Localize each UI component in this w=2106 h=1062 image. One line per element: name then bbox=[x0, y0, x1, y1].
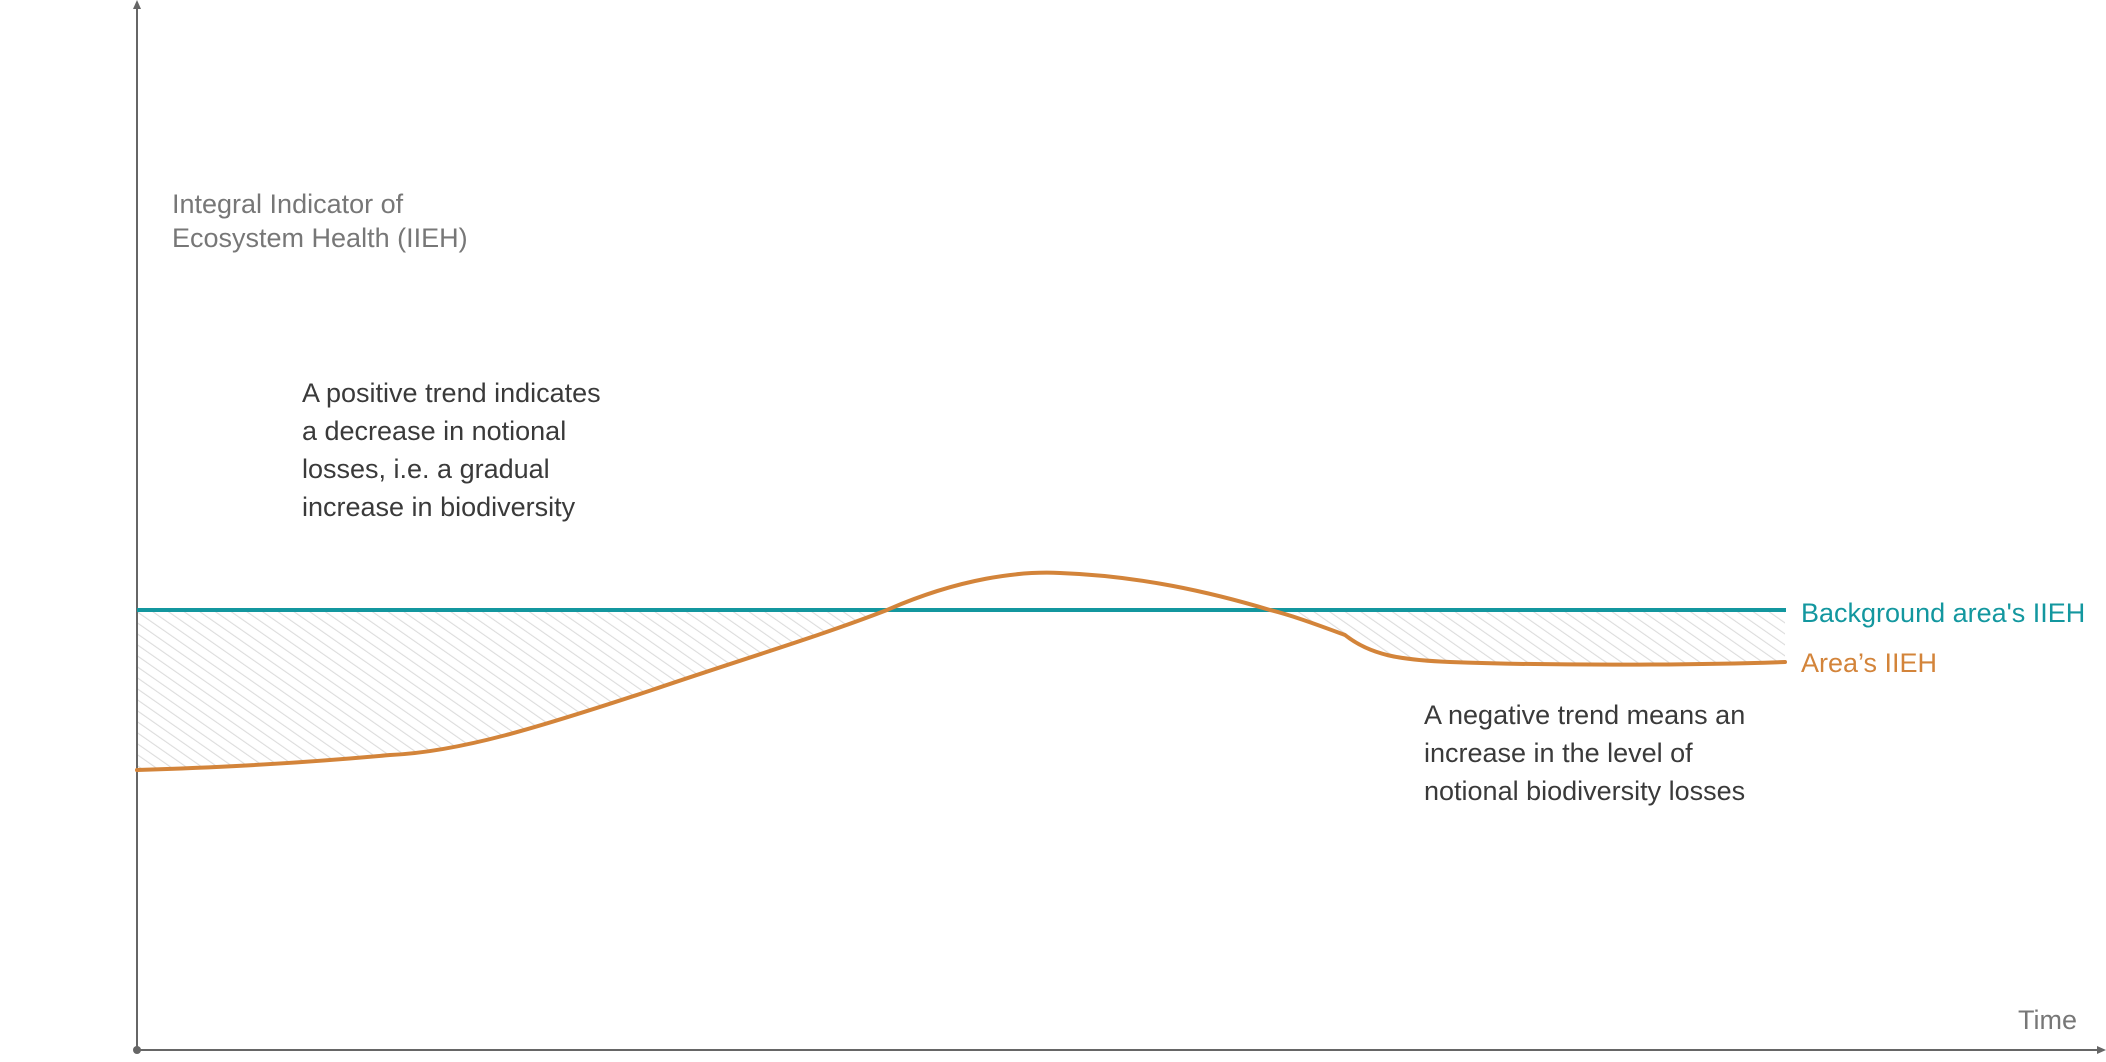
negative-trend-note-line-2: increase in the level of bbox=[1424, 738, 1693, 768]
positive-trend-note: A positive trend indicates a decrease in… bbox=[302, 378, 608, 522]
positive-trend-note-line-1: A positive trend indicates bbox=[302, 378, 601, 408]
x-axis-arrow-icon bbox=[2097, 1046, 2106, 1054]
positive-trend-note-line-2: a decrease in notional bbox=[302, 416, 566, 446]
y-axis-arrow-icon bbox=[133, 0, 141, 9]
y-axis-label: Integral Indicator of Ecosystem Health (… bbox=[172, 189, 468, 253]
diagram: Integral Indicator of Ecosystem Health (… bbox=[0, 0, 2106, 1057]
y-axis-label-line-1: Integral Indicator of bbox=[172, 189, 404, 219]
positive-trend-note-line-4: increase in biodiversity bbox=[302, 492, 576, 522]
background-series-label: Background area's IIEH bbox=[1801, 598, 2085, 628]
negative-trend-note-line-1: A negative trend means an bbox=[1424, 700, 1745, 730]
area-series-label: Area’s IIEH bbox=[1801, 648, 1937, 678]
y-axis-label-line-2: Ecosystem Health (IIEH) bbox=[172, 223, 468, 253]
positive-trend-note-line-3: losses, i.e. a gradual bbox=[302, 454, 550, 484]
negative-trend-note-line-3: notional biodiversity losses bbox=[1424, 776, 1745, 806]
negative-trend-note: A negative trend means an increase in th… bbox=[1424, 700, 1753, 806]
axes bbox=[133, 0, 2106, 1054]
diagram-canvas: Integral Indicator of Ecosystem Health (… bbox=[133, 0, 2106, 1054]
x-axis-label: Time bbox=[2018, 1005, 2077, 1035]
origin-dot-icon bbox=[133, 1046, 141, 1054]
negative-gap-hatch-left bbox=[137, 610, 887, 770]
